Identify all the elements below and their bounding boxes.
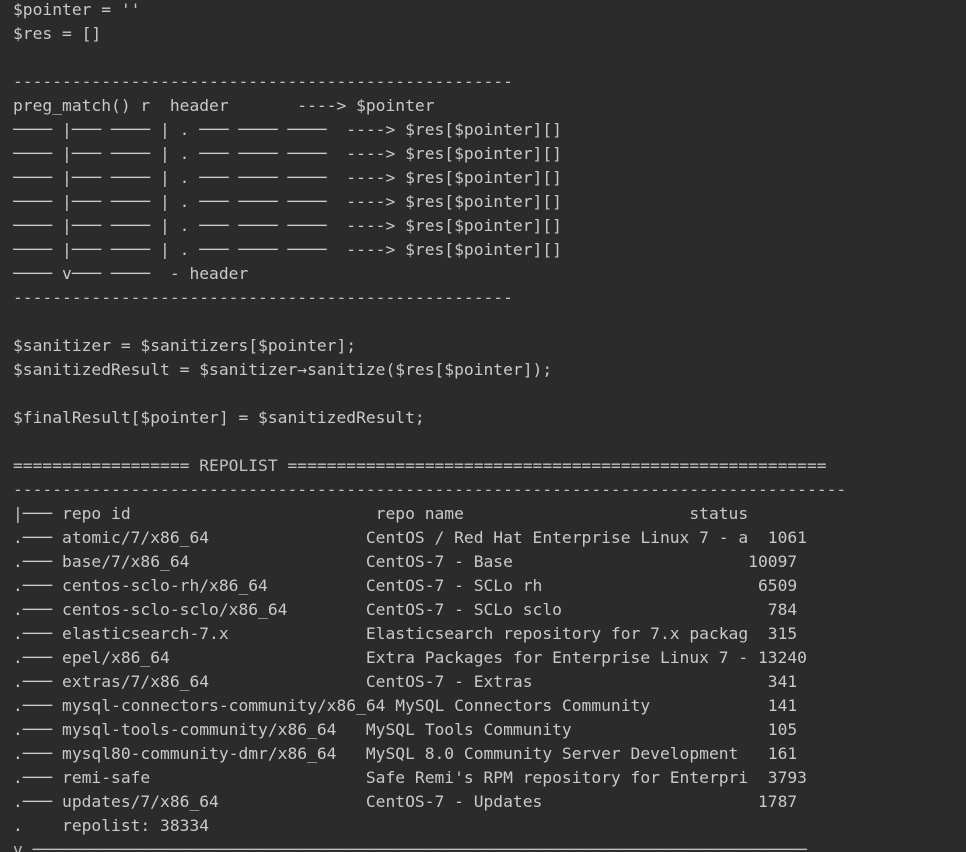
code-line[interactable]: preg_match() r header ----> $pointer — [13, 94, 966, 118]
code-line[interactable]: .─── updates/7/x86_64 CentOS-7 - Updates… — [13, 790, 966, 814]
code-line[interactable]: v ──────────────────────────────────────… — [13, 838, 966, 852]
code-line[interactable]: ──── v─── ──── - header — [13, 262, 966, 286]
code-line[interactable]: ──── |─── ──── | . ─── ──── ──── ----> $… — [13, 190, 966, 214]
code-line[interactable]: ----------------------------------------… — [13, 478, 966, 502]
code-line[interactable]: .─── centos-sclo-rh/x86_64 CentOS-7 - SC… — [13, 574, 966, 598]
code-line[interactable]: ----------------------------------------… — [13, 70, 966, 94]
code-line[interactable] — [13, 310, 966, 334]
code-line[interactable]: .─── base/7/x86_64 CentOS-7 - Base 10097 — [13, 550, 966, 574]
code-line[interactable]: ──── |─── ──── | . ─── ──── ──── ----> $… — [13, 214, 966, 238]
code-line[interactable] — [13, 46, 966, 70]
code-line[interactable]: |─── repo id repo name status — [13, 502, 966, 526]
code-line[interactable]: $finalResult[$pointer] = $sanitizedResul… — [13, 406, 966, 430]
code-line[interactable]: ──── |─── ──── | . ─── ──── ──── ----> $… — [13, 166, 966, 190]
code-line[interactable]: $pointer = '' — [13, 0, 966, 22]
code-line[interactable]: $sanitizer = $sanitizers[$pointer]; — [13, 334, 966, 358]
code-line[interactable]: ----------------------------------------… — [13, 286, 966, 310]
code-line[interactable]: .─── elasticsearch-7.x Elasticsearch rep… — [13, 622, 966, 646]
code-line[interactable]: . repolist: 38334 — [13, 814, 966, 838]
code-line[interactable]: .─── epel/x86_64 Extra Packages for Ente… — [13, 646, 966, 670]
code-line[interactable]: .─── atomic/7/x86_64 CentOS / Red Hat En… — [13, 526, 966, 550]
code-line[interactable]: ================== REPOLIST ============… — [13, 454, 966, 478]
code-line[interactable]: .─── extras/7/x86_64 CentOS-7 - Extras 3… — [13, 670, 966, 694]
code-line[interactable]: $res = [] — [13, 22, 966, 46]
code-line[interactable]: .─── remi-safe Safe Remi's RPM repositor… — [13, 766, 966, 790]
code-line[interactable]: ──── |─── ──── | . ─── ──── ──── ----> $… — [13, 238, 966, 262]
code-editor[interactable]: $pointer = '' $res = [] ----------------… — [0, 0, 966, 852]
code-line[interactable]: .─── mysql-tools-community/x86_64 MySQL … — [13, 718, 966, 742]
code-line[interactable]: ──── |─── ──── | . ─── ──── ──── ----> $… — [13, 118, 966, 142]
code-line[interactable]: ──── |─── ──── | . ─── ──── ──── ----> $… — [13, 142, 966, 166]
code-line[interactable]: .─── centos-sclo-sclo/x86_64 CentOS-7 - … — [13, 598, 966, 622]
code-line[interactable]: .─── mysql-connectors-community/x86_64 M… — [13, 694, 966, 718]
code-line[interactable]: $sanitizedResult = $sanitizer→sanitize($… — [13, 358, 966, 382]
code-line[interactable] — [13, 382, 966, 406]
code-line[interactable]: .─── mysql80-community-dmr/x86_64 MySQL … — [13, 742, 966, 766]
code-line[interactable] — [13, 430, 966, 454]
